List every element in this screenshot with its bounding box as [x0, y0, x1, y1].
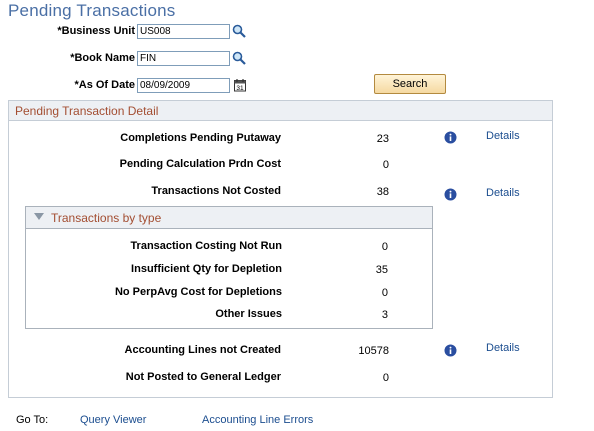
- goto-label: Go To:: [16, 414, 49, 426]
- other-issues-label: Other Issues: [215, 308, 282, 320]
- insufficient-qty-label: Insufficient Qty for Depletion: [131, 263, 282, 275]
- transactions-by-type-title[interactable]: Transactions by type: [51, 211, 161, 225]
- search-button[interactable]: Search: [374, 74, 446, 94]
- not-costed-details-link[interactable]: Details: [486, 187, 520, 199]
- accounting-lines-label: Accounting Lines not Created: [124, 344, 281, 356]
- book-name-lookup-icon[interactable]: [232, 51, 246, 65]
- no-perpavg-cost-label: No PerpAvg Cost for Depletions: [114, 286, 282, 298]
- business-unit-lookup-icon[interactable]: [232, 24, 246, 38]
- pending-calculation-label: Pending Calculation Prdn Cost: [119, 158, 281, 170]
- pending-detail-title: Pending Transaction Detail: [15, 104, 159, 118]
- accounting-line-errors-link[interactable]: Accounting Line Errors: [202, 414, 313, 426]
- triangle-down-icon[interactable]: [34, 213, 44, 221]
- accounting-lines-details-link[interactable]: Details: [486, 342, 520, 354]
- accounting-lines-value: 10578: [358, 345, 389, 357]
- book-name-input[interactable]: FIN: [137, 51, 230, 66]
- costing-not-run-value: 0: [381, 241, 388, 253]
- transactions-not-costed-value: 38: [376, 186, 389, 198]
- business-unit-label: *Business Unit: [57, 25, 135, 37]
- completions-pending-putaway-label: Completions Pending Putaway: [120, 132, 281, 144]
- business-unit-input[interactable]: US008: [137, 24, 230, 39]
- info-icon[interactable]: [444, 131, 457, 144]
- not-posted-gl-label: Not Posted to General Ledger: [125, 371, 281, 383]
- book-name-label: *Book Name: [70, 52, 135, 64]
- completions-pending-putaway-value: 23: [376, 133, 389, 145]
- info-icon[interactable]: [444, 344, 457, 357]
- completions-details-link[interactable]: Details: [486, 130, 520, 142]
- as-of-date-input[interactable]: 08/09/2009: [137, 78, 230, 93]
- info-icon[interactable]: [444, 188, 457, 201]
- pending-calculation-value: 0: [382, 159, 389, 171]
- costing-not-run-label: Transaction Costing Not Run: [130, 240, 282, 252]
- other-issues-value: 3: [381, 309, 388, 321]
- svg-text:31: 31: [236, 85, 244, 92]
- insufficient-qty-value: 35: [375, 264, 388, 276]
- transactions-not-costed-label: Transactions Not Costed: [151, 185, 281, 197]
- query-viewer-link[interactable]: Query Viewer: [80, 414, 146, 426]
- not-posted-gl-value: 0: [382, 372, 389, 384]
- as-of-date-label: *As Of Date: [74, 79, 135, 91]
- page-title: Pending Transactions: [8, 1, 176, 20]
- calendar-icon[interactable]: 31: [233, 78, 247, 92]
- no-perpavg-cost-value: 0: [381, 287, 388, 299]
